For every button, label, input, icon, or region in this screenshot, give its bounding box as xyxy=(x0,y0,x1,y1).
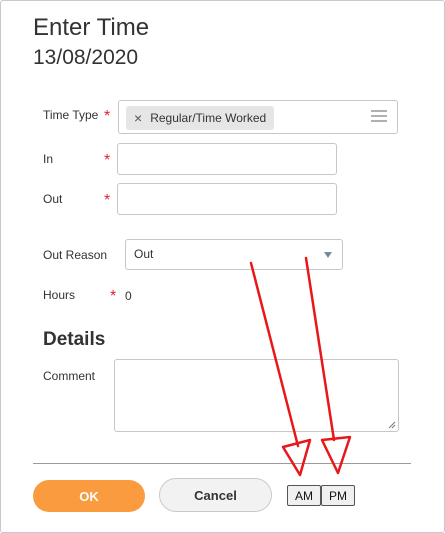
time-type-label: Time Type xyxy=(43,108,99,122)
pm-button[interactable]: PM xyxy=(321,485,355,506)
am-button[interactable]: AM xyxy=(287,485,321,506)
in-required-mark: * xyxy=(104,152,111,169)
out-label: Out xyxy=(43,192,63,206)
in-label: In xyxy=(43,152,54,166)
dialog-date: 13/08/2020 xyxy=(33,46,139,69)
out-required-mark: * xyxy=(104,192,111,209)
out-reason-label: Out Reason xyxy=(43,248,108,262)
comment-textarea[interactable] xyxy=(114,359,399,432)
hours-value: 0 xyxy=(125,289,132,303)
hours-required-mark: * xyxy=(110,288,117,305)
time-type-value: Regular/Time Worked xyxy=(150,111,267,125)
out-reason-select[interactable]: Out xyxy=(125,239,343,270)
list-icon[interactable] xyxy=(371,110,387,124)
comment-label: Comment xyxy=(43,369,96,383)
hours-label: Hours xyxy=(43,288,76,302)
out-time-input[interactable] xyxy=(117,183,337,215)
chevron-down-icon[interactable] xyxy=(324,252,332,258)
ok-button[interactable]: OK xyxy=(33,480,145,512)
details-heading: Details xyxy=(43,329,106,350)
in-time-input[interactable] xyxy=(117,143,337,175)
remove-icon[interactable]: × xyxy=(134,110,142,126)
cancel-button[interactable]: Cancel xyxy=(159,478,272,512)
footer-divider xyxy=(33,463,411,464)
time-type-field[interactable]: × Regular/Time Worked xyxy=(118,100,398,134)
time-type-pill: × Regular/Time Worked xyxy=(126,106,275,130)
time-type-required-mark: * xyxy=(104,108,111,125)
dialog-title: Enter Time xyxy=(33,14,150,41)
resize-handle-icon[interactable] xyxy=(388,421,396,429)
out-reason-value: Out xyxy=(134,247,154,261)
